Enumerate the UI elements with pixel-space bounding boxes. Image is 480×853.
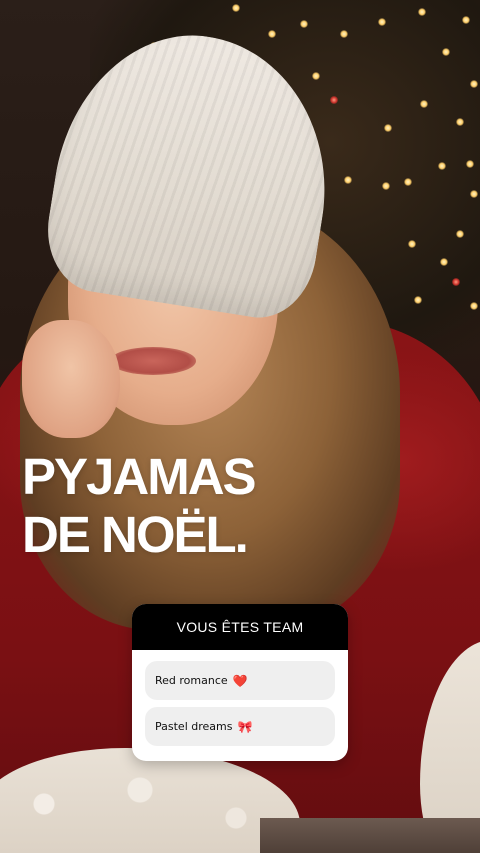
red-heart-icon: ❤️ <box>232 673 248 688</box>
poll-question: VOUS ÊTES TEAM <box>176 619 304 635</box>
headline-line-1: PYJAMAS <box>22 448 257 505</box>
smile <box>110 347 196 375</box>
story-headline: PYJAMAS DE NOËL. <box>22 448 257 564</box>
poll-option-label: Pastel dreams <box>155 720 233 733</box>
poll-options: Red romance ❤️ Pastel dreams 🎀 <box>132 650 348 746</box>
headline-line-2: DE NOËL. <box>22 506 249 563</box>
pink-bow-icon: 🎀 <box>237 719 253 734</box>
poll-option-label: Red romance <box>155 674 228 687</box>
poll-option-red-romance[interactable]: Red romance ❤️ <box>145 661 335 700</box>
story-screen: PYJAMAS DE NOËL. VOUS ÊTES TEAM Red roma… <box>0 0 480 853</box>
floor <box>260 818 480 853</box>
poll-sticker: VOUS ÊTES TEAM Red romance ❤️ Pastel dre… <box>132 604 348 761</box>
poll-header: VOUS ÊTES TEAM <box>132 604 348 650</box>
poll-option-pastel-dreams[interactable]: Pastel dreams 🎀 <box>145 707 335 746</box>
hand <box>22 320 120 438</box>
